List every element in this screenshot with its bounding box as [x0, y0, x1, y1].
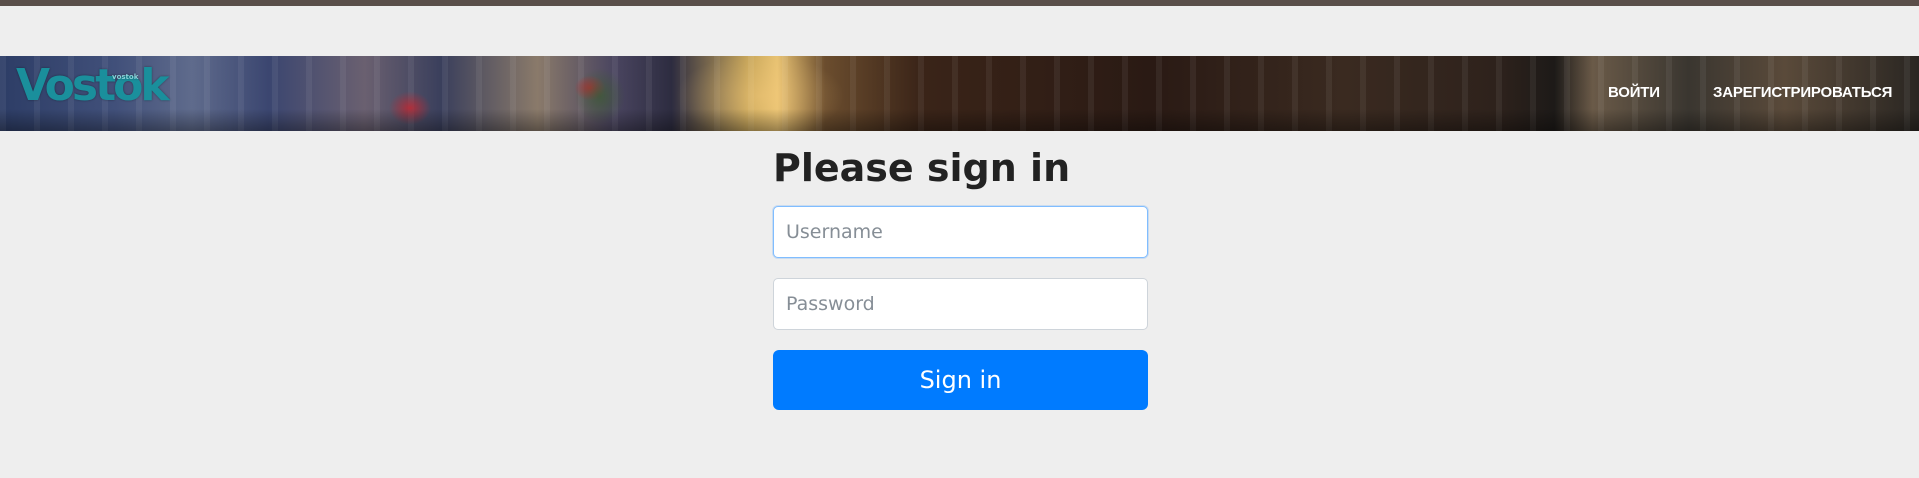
nav-login-link[interactable]: ВОЙТИ [1608, 84, 1660, 101]
top-border [0, 0, 1919, 6]
signin-form: Please sign in Sign in [773, 146, 1148, 410]
page-title: Please sign in [773, 146, 1071, 190]
sign-in-button[interactable]: Sign in [773, 350, 1148, 410]
nav-register-link[interactable]: ЗАРЕГИСТРИРОВАТЬСЯ [1713, 84, 1892, 101]
username-input[interactable] [773, 206, 1148, 258]
site-logo[interactable]: Vostok vostok [16, 64, 170, 108]
logo-subtext: vostok [112, 73, 139, 81]
password-input[interactable] [773, 278, 1148, 330]
